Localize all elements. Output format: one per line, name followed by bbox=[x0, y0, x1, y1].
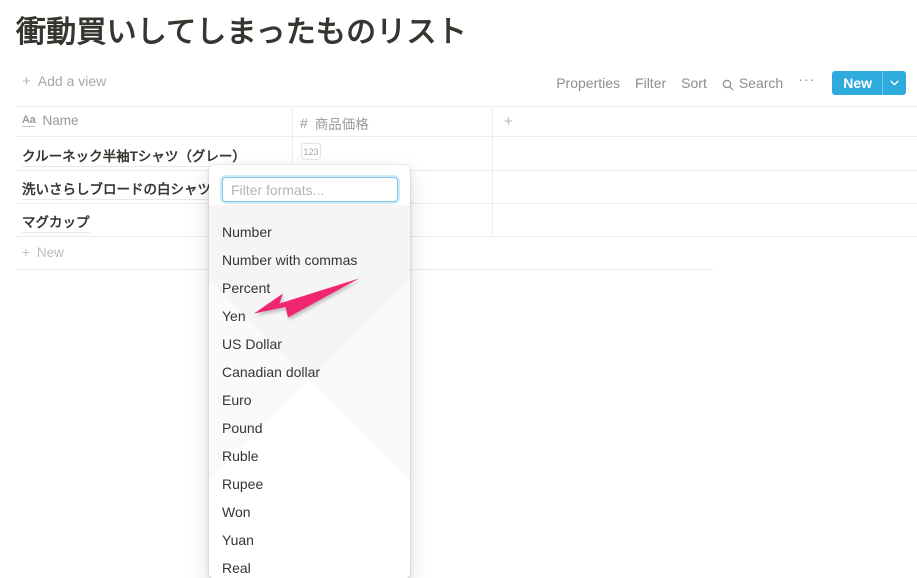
menu-item-real[interactable]: Real bbox=[209, 554, 410, 578]
menu-item-label: Pound bbox=[222, 420, 263, 436]
menu-item-ruble[interactable]: Ruble bbox=[209, 442, 410, 470]
menu-item-euro[interactable]: Euro bbox=[209, 386, 410, 414]
menu-item-number-with-commas[interactable]: Number with commas bbox=[209, 246, 410, 274]
table-row[interactable]: 洗いさらしブロードの白シャツ bbox=[22, 178, 211, 200]
number-format-badge[interactable]: 123 bbox=[301, 143, 321, 160]
column-divider bbox=[492, 106, 493, 236]
grid-line bbox=[16, 136, 917, 137]
page-title: 衝動買いしてしまったものリスト bbox=[16, 16, 467, 49]
grid-line bbox=[16, 203, 917, 204]
toolbar-actions: Properties Filter Sort Search ··· New bbox=[556, 71, 906, 95]
menu-item-number[interactable]: Number bbox=[209, 218, 410, 246]
text-type-icon: Aa bbox=[22, 113, 36, 128]
menu-item-canadian-dollar[interactable]: Canadian dollar bbox=[209, 358, 410, 386]
grid-line bbox=[16, 170, 917, 171]
search-label: Search bbox=[738, 75, 784, 91]
menu-item-us-dollar[interactable]: US Dollar bbox=[209, 330, 410, 358]
menu-item-pound[interactable]: Pound bbox=[209, 414, 410, 442]
add-view-button[interactable]: + Add a view bbox=[22, 73, 106, 89]
menu-item-label: Euro bbox=[222, 392, 252, 408]
search-icon bbox=[722, 78, 734, 91]
plus-icon: + bbox=[22, 72, 31, 90]
column-header-price-label: 商品価格 bbox=[314, 117, 369, 132]
menu-item-label: Number bbox=[222, 224, 272, 240]
grid-line bbox=[16, 236, 917, 237]
chevron-down-icon[interactable] bbox=[883, 71, 906, 95]
menu-item-rupee[interactable]: Rupee bbox=[209, 470, 410, 498]
app-window: 衝動買いしてしまったものリスト + Add a view Properties … bbox=[0, 0, 917, 578]
menu-item-label: Yen bbox=[222, 308, 246, 324]
filter-label: Filter bbox=[635, 75, 667, 91]
view-toolbar: + Add a view Properties Filter Sort Sear… bbox=[0, 62, 917, 106]
menu-item-label: Yuan bbox=[222, 532, 254, 548]
table-row[interactable]: クルーネック半袖Tシャツ（グレー） bbox=[22, 145, 246, 167]
properties-label: Properties bbox=[556, 75, 621, 91]
column-header-price[interactable]: # 商品価格 bbox=[300, 113, 369, 133]
menu-item-percent[interactable]: Percent bbox=[209, 274, 410, 302]
number-type-icon: # bbox=[300, 115, 308, 131]
format-options-list: Number Number with commas Percent Yen US… bbox=[209, 218, 410, 578]
menu-item-label: Canadian dollar bbox=[222, 364, 321, 380]
menu-item-yuan[interactable]: Yuan bbox=[209, 526, 410, 554]
grid-line bbox=[16, 106, 917, 107]
menu-item-label: Won bbox=[222, 504, 251, 520]
menu-item-label: Number with commas bbox=[222, 252, 358, 268]
add-view-label: Add a view bbox=[37, 73, 107, 89]
column-header-name-label: Name bbox=[42, 113, 79, 128]
menu-item-label: Percent bbox=[222, 280, 271, 296]
plus-icon: + bbox=[22, 245, 30, 260]
filter-formats-input[interactable] bbox=[222, 177, 398, 202]
menu-item-label: Rupee bbox=[222, 476, 264, 492]
new-row-label: New bbox=[36, 245, 64, 260]
new-button-label: New bbox=[843, 75, 872, 91]
sort-label: Sort bbox=[681, 75, 707, 91]
filter-button[interactable]: Filter bbox=[635, 75, 666, 91]
new-row-button[interactable]: + New bbox=[22, 245, 64, 260]
menu-item-label: Real bbox=[222, 560, 251, 576]
sort-button[interactable]: Sort bbox=[681, 75, 707, 91]
properties-button[interactable]: Properties bbox=[556, 75, 620, 91]
search-button[interactable]: Search bbox=[722, 75, 783, 91]
ellipsis-icon[interactable]: ··· bbox=[798, 71, 815, 87]
column-header-name[interactable]: Aa Name bbox=[22, 113, 78, 128]
table-row[interactable]: マグカップ bbox=[22, 211, 90, 233]
number-format-dropdown: Number Number with commas Percent Yen US… bbox=[209, 165, 410, 578]
new-button[interactable]: New bbox=[832, 71, 906, 95]
menu-item-won[interactable]: Won bbox=[209, 498, 410, 526]
add-column-button[interactable]: + bbox=[504, 113, 513, 130]
menu-item-label: US Dollar bbox=[222, 336, 282, 352]
menu-item-yen[interactable]: Yen bbox=[209, 302, 410, 330]
menu-item-label: Ruble bbox=[222, 448, 259, 464]
